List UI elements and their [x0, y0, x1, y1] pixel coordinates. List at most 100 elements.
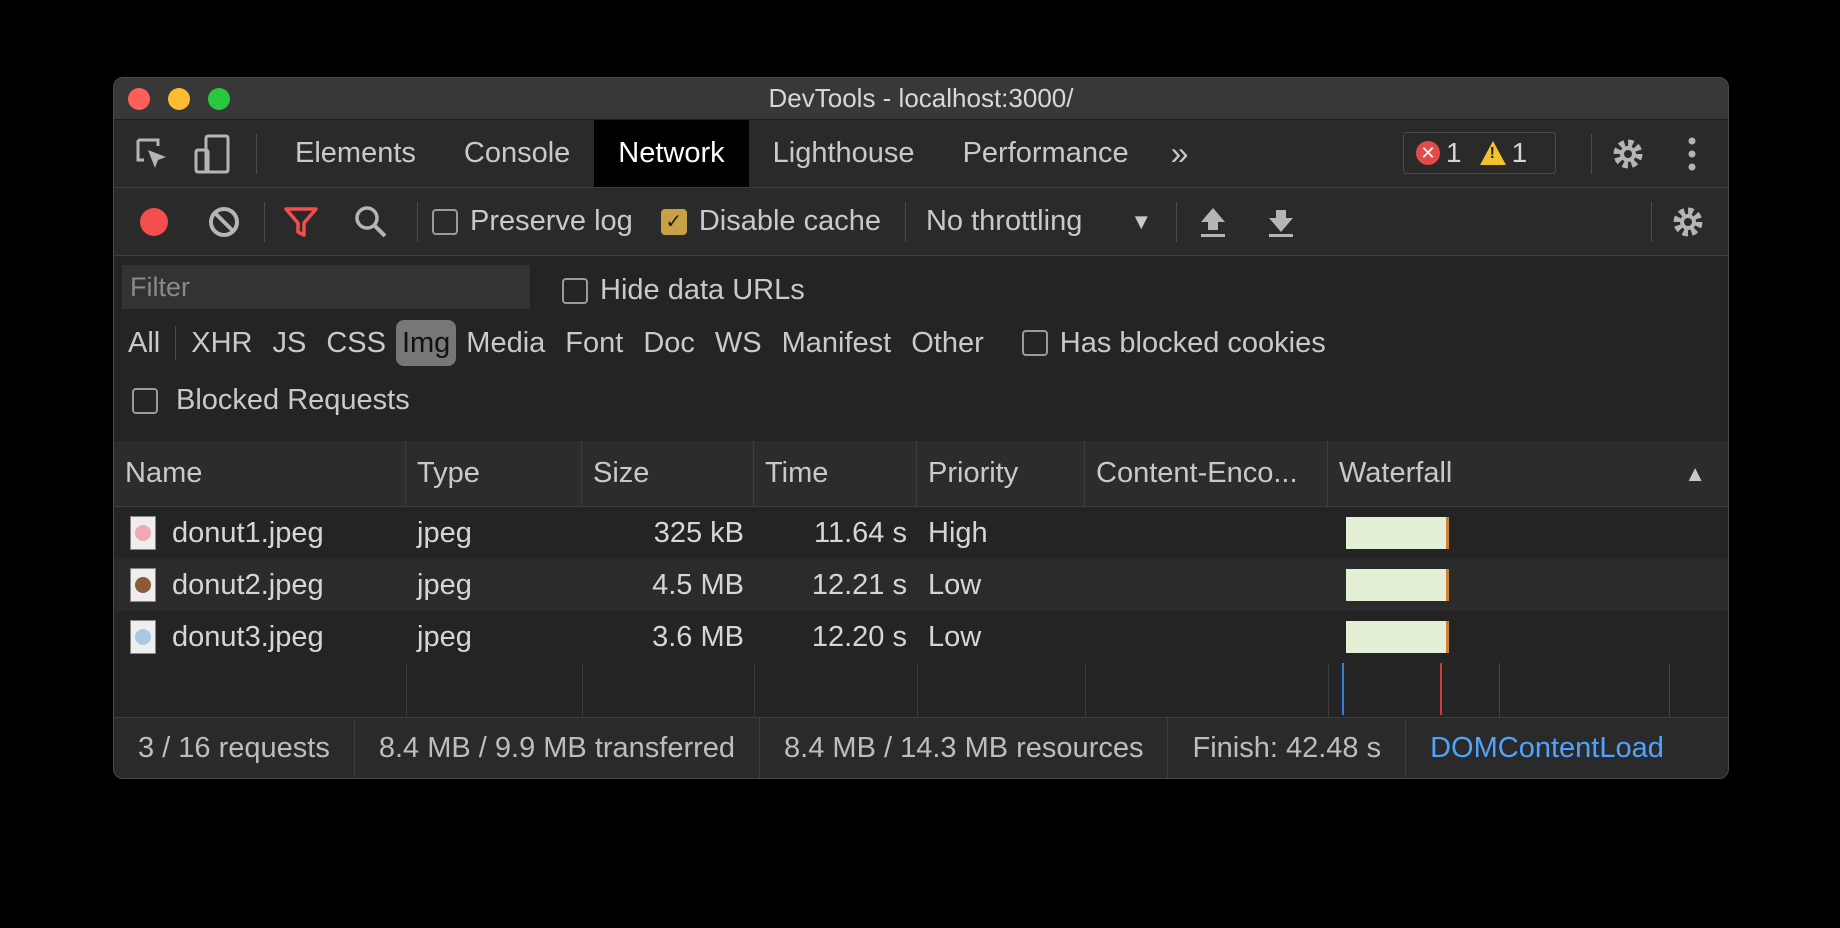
kebab-menu-icon[interactable]	[1670, 132, 1714, 176]
devtools-window: DevTools - localhost:3000/ Elements Cons…	[113, 77, 1729, 779]
preserve-log-checkbox[interactable]	[432, 208, 458, 235]
column-header-content-encoding[interactable]: Content-Enco...	[1085, 441, 1328, 506]
tab-elements[interactable]: Elements	[271, 120, 440, 187]
type-filter-ws[interactable]: WS	[705, 320, 772, 366]
tab-console[interactable]: Console	[440, 120, 594, 187]
filter-bar: Hide data URLs All XHR JS CSS Img Media …	[114, 256, 1728, 443]
column-header-priority[interactable]: Priority	[917, 441, 1085, 506]
type-filter-other[interactable]: Other	[901, 320, 994, 366]
dropdown-caret-icon: ▼	[1130, 208, 1153, 234]
waterfall-bar	[1346, 569, 1449, 601]
inspect-element-icon[interactable]	[130, 132, 174, 176]
device-toolbar-icon[interactable]	[190, 132, 234, 176]
type-filter-doc[interactable]: Doc	[633, 320, 705, 366]
panel-tab-bar: Elements Console Network Lighthouse Perf…	[114, 120, 1728, 188]
type-filter-xhr[interactable]: XHR	[181, 320, 262, 366]
disable-cache-checkbox[interactable]: ✓	[660, 208, 687, 235]
minimize-button[interactable]	[168, 88, 190, 110]
network-toolbar: Preserve log ✓ Disable cache No throttli…	[114, 188, 1728, 256]
resource-type-filters: All XHR JS CSS Img Media Font Doc WS Man…	[114, 320, 1326, 366]
blocked-requests-label: Blocked Requests	[176, 384, 410, 416]
table-body: donut1.jpeg jpeg 325 kB 11.64 s High don…	[114, 507, 1728, 778]
disable-cache-label: Disable cache	[698, 205, 881, 237]
request-priority: High	[928, 516, 988, 549]
type-filter-css[interactable]: CSS	[316, 320, 396, 366]
type-filter-font[interactable]: Font	[555, 320, 633, 366]
tab-lighthouse[interactable]: Lighthouse	[749, 120, 939, 187]
status-bar: 3 / 16 requests 8.4 MB / 9.9 MB transfer…	[114, 717, 1728, 778]
has-blocked-cookies-checkbox[interactable]	[1021, 330, 1048, 356]
filter-funnel-icon[interactable]	[279, 200, 323, 244]
request-type: jpeg	[417, 620, 472, 653]
clear-icon[interactable]	[202, 200, 246, 244]
sort-ascending-icon: ▲	[1684, 460, 1706, 486]
request-name: donut1.jpeg	[172, 516, 324, 549]
network-settings-gear-icon[interactable]	[1666, 200, 1710, 244]
issues-badge[interactable]: ✕ 1 ! 1	[1403, 132, 1556, 174]
waterfall-label: Waterfall	[1339, 457, 1453, 489]
column-header-waterfall[interactable]: Waterfall ▲	[1328, 441, 1728, 506]
thumb-color-1	[135, 577, 151, 593]
column-header-name[interactable]: Name	[114, 441, 406, 506]
status-resources: 8.4 MB / 14.3 MB resources	[760, 718, 1169, 778]
waterfall-bar	[1346, 517, 1449, 549]
status-domcontentloaded[interactable]: DOMContentLoad	[1406, 718, 1688, 778]
close-button[interactable]	[128, 88, 150, 110]
image-thumbnail-icon	[130, 516, 156, 550]
request-priority: Low	[928, 568, 982, 601]
request-size: 3.6 MB	[652, 620, 744, 653]
throttling-value: No throttling	[925, 205, 1083, 237]
preserve-log-label: Preserve log	[470, 205, 633, 237]
title-bar: DevTools - localhost:3000/	[114, 78, 1728, 120]
zoom-button[interactable]	[208, 88, 230, 110]
status-requests: 3 / 16 requests	[114, 718, 355, 778]
request-size: 325 kB	[653, 516, 744, 549]
record-icon[interactable]	[132, 200, 176, 244]
request-size: 4.5 MB	[652, 568, 744, 601]
tab-network[interactable]: Network	[594, 120, 749, 187]
hide-data-urls-checkbox[interactable]	[562, 277, 588, 304]
window-title: DevTools - localhost:3000/	[768, 83, 1074, 113]
request-priority: Low	[928, 620, 982, 653]
thumb-color-0	[135, 525, 151, 541]
table-row[interactable]: donut3.jpeg jpeg 3.6 MB 12.20 s Low	[114, 611, 1728, 663]
type-filter-media[interactable]: Media	[456, 320, 555, 366]
table-row[interactable]: donut2.jpeg jpeg 4.5 MB 12.21 s Low	[114, 559, 1728, 611]
error-icon: ✕	[1416, 141, 1440, 165]
column-header-size[interactable]: Size	[582, 441, 754, 506]
type-filter-all[interactable]: All	[114, 320, 170, 366]
thumb-color-2	[135, 629, 151, 645]
type-filter-js[interactable]: JS	[262, 320, 316, 366]
tab-performance[interactable]: Performance	[939, 120, 1153, 187]
blocked-requests-checkbox[interactable]	[132, 387, 158, 414]
more-tabs-button[interactable]: »	[1153, 135, 1207, 172]
waterfall-bar	[1346, 621, 1449, 653]
export-har-icon[interactable]	[1259, 200, 1303, 244]
search-icon[interactable]	[349, 200, 393, 244]
import-har-icon[interactable]	[1191, 200, 1235, 244]
table-header: Name Type Size Time Priority Content-Enc…	[114, 441, 1728, 507]
has-blocked-cookies-label: Has blocked cookies	[1059, 326, 1326, 359]
type-filter-manifest[interactable]: Manifest	[772, 320, 902, 366]
window-controls	[128, 88, 230, 110]
image-thumbnail-icon	[130, 620, 156, 654]
request-time: 12.20 s	[811, 620, 907, 653]
request-name: donut3.jpeg	[172, 620, 324, 653]
column-header-time[interactable]: Time	[754, 441, 917, 506]
throttling-select[interactable]: No throttling ▼	[926, 205, 1152, 238]
request-time: 11.64 s	[814, 516, 907, 549]
error-count: 1	[1446, 137, 1462, 168]
filter-input[interactable]	[122, 265, 530, 309]
status-finish: Finish: 42.48 s	[1168, 718, 1407, 778]
warning-count: 1	[1511, 137, 1528, 168]
request-time: 12.21 s	[811, 568, 907, 601]
request-type: jpeg	[417, 516, 472, 549]
type-filter-img[interactable]: Img	[395, 320, 457, 366]
column-header-type[interactable]: Type	[406, 441, 582, 506]
table-row[interactable]: donut1.jpeg jpeg 325 kB 11.64 s High	[114, 507, 1728, 559]
hide-data-urls-label: Hide data URLs	[600, 274, 805, 306]
image-thumbnail-icon	[130, 568, 156, 602]
requests-table: Name Type Size Time Priority Content-Enc…	[114, 441, 1728, 778]
request-type: jpeg	[417, 568, 472, 601]
settings-gear-icon[interactable]	[1606, 132, 1650, 176]
